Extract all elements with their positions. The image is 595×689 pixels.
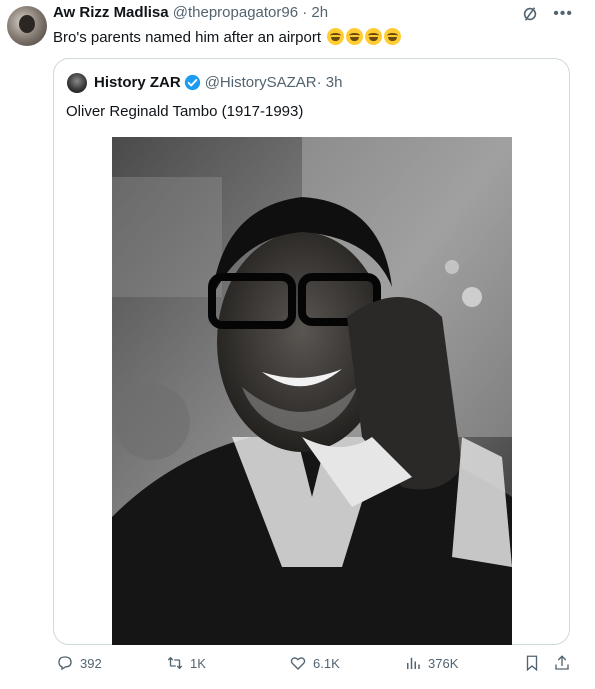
tweet-text-content: Bro's parents named him after an airport [53, 29, 326, 46]
joy-emoji [365, 28, 383, 45]
verified-badge-icon [184, 74, 200, 91]
tweet-time[interactable]: · 2h [302, 4, 328, 21]
views-count: 376K [428, 655, 459, 671]
bookmark-icon [526, 655, 538, 672]
author-handle[interactable]: @thepropagator96 [173, 4, 298, 21]
tweet-header: Aw Rizz Madlisa @thepropagator96 · 2h [53, 4, 328, 21]
repost-count: 1K [190, 655, 206, 671]
more-options-icon[interactable]: ••• [553, 5, 573, 23]
reply-icon [58, 656, 72, 671]
share-icon [555, 655, 569, 670]
tweet-actions: 392 1K 6.1K 376K [0, 652, 595, 676]
bookmark-button[interactable] [523, 654, 541, 672]
views-icon [407, 657, 420, 669]
joy-emoji [327, 28, 345, 45]
author-avatar[interactable] [7, 6, 47, 46]
quote-author-handle[interactable]: @HistorySAZAR [205, 74, 317, 91]
reply-button[interactable]: 392 [56, 654, 102, 672]
reply-count: 392 [80, 655, 102, 671]
quote-author-avatar[interactable] [67, 73, 87, 93]
like-count: 6.1K [313, 655, 340, 671]
quote-photo[interactable] [112, 137, 512, 645]
quoted-tweet[interactable]: History ZAR @HistorySAZAR · 3h Oliver Re… [53, 58, 570, 645]
joy-emoji [384, 28, 402, 45]
tweet-text: Bro's parents named him after an airport [53, 28, 402, 46]
tweet-top-actions: ••• [521, 5, 573, 23]
quote-time[interactable]: · 3h [317, 74, 343, 91]
joy-emoji [346, 28, 364, 45]
portrait-photo [112, 137, 512, 645]
views-button[interactable]: 376K [404, 654, 458, 672]
grok-icon[interactable] [521, 5, 539, 23]
like-button[interactable]: 6.1K [289, 654, 340, 672]
heart-icon [290, 657, 306, 670]
repost-button[interactable]: 1K [166, 654, 206, 672]
quote-author-name[interactable]: History ZAR [94, 74, 181, 91]
author-name[interactable]: Aw Rizz Madlisa [53, 4, 169, 21]
repost-icon [167, 656, 183, 670]
share-button[interactable] [553, 654, 571, 672]
quote-text: Oliver Reginald Tambo (1917-1993) [66, 103, 304, 120]
quote-header: History ZAR @HistorySAZAR · 3h [94, 74, 342, 91]
